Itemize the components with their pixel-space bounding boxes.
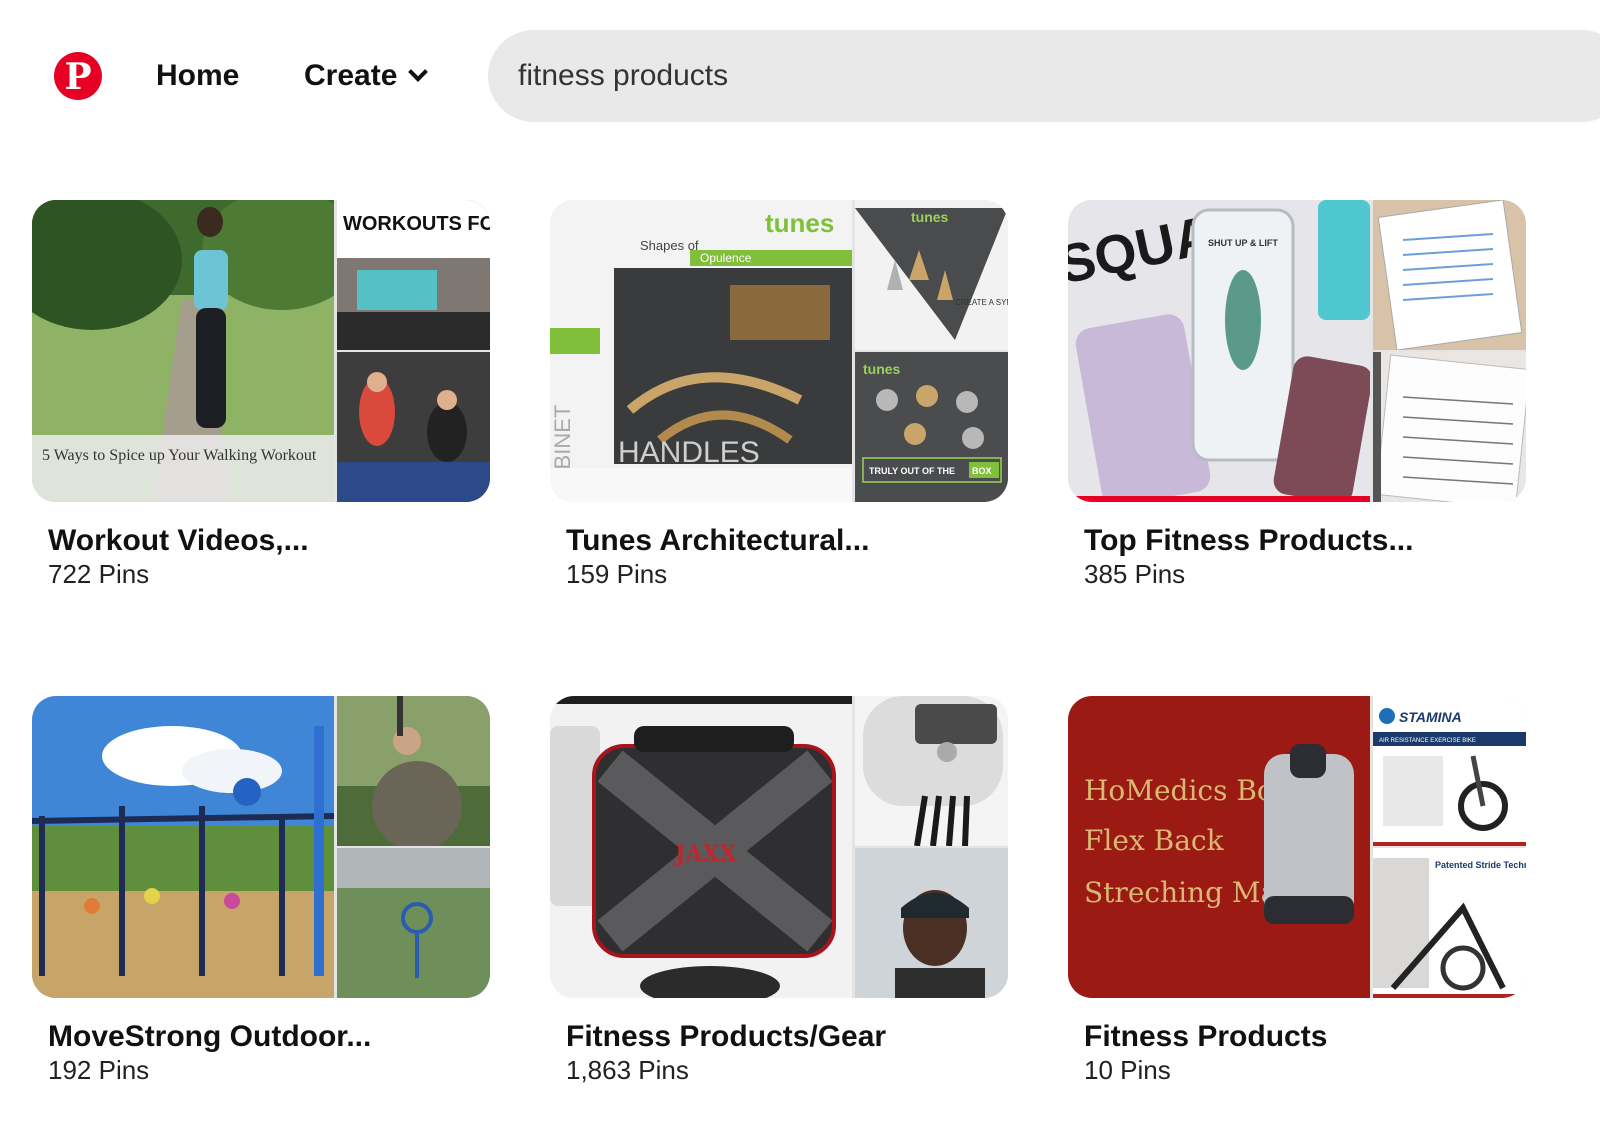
board-title[interactable]: Fitness Products/Gear [550, 1020, 1008, 1054]
nav-create-label: Create [304, 59, 398, 92]
board-collage: HoMedics Body Flex Back Streching Mat ST… [1068, 696, 1526, 998]
tagline-text: CREATE A SYMPHONY AS YOU DESIRE [955, 298, 1008, 307]
side-image-top: tunes CREATE A SYMPHONY AS YOU DESIRE [855, 200, 1008, 350]
cover-image: SQUAT SHUT UP & LIFT [1068, 200, 1370, 502]
bag-brand: JAXX [673, 841, 738, 867]
side-image-top [1373, 200, 1526, 350]
cover-caption: 5 Ways to Spice up Your Walking Workout [42, 447, 317, 464]
side-brand: STAMINA [1399, 709, 1462, 725]
side-image-top: WORKOUTS FOR SEXY LEGS [337, 200, 490, 350]
board-collage: JAXX [550, 696, 1008, 998]
side-headline: WORKOUTS FOR SEXY LEGS [343, 213, 490, 235]
board-pin-count: 192 Pins [48, 1055, 150, 1085]
board-collage: 5 Ways to Spice up Your Walking Workout … [32, 200, 490, 502]
board-card[interactable]: MoveStrong Outdoor... 192 Pins [32, 696, 490, 1086]
board-pin-count: 385 Pins [1084, 559, 1186, 589]
board-title[interactable]: MoveStrong Outdoor... [32, 1020, 490, 1054]
board-collage [32, 696, 490, 998]
board-collage: tunes Shapes of Opulence CABINET HANDLES… [550, 200, 1008, 502]
highlight-text: Opulence [700, 251, 752, 265]
cover-line-3: Streching Mat [1084, 876, 1289, 909]
board-card[interactable]: JAXX Fitness Products/Gear 1,863 Pins [550, 696, 1008, 1086]
cover-image: JAXX [550, 696, 852, 998]
box-text: TRULY OUT OF THE [869, 466, 955, 476]
board-card[interactable]: tunes Shapes of Opulence CABINET HANDLES… [550, 200, 1008, 590]
board-pin-count: 10 Pins [1084, 1055, 1171, 1085]
board-title[interactable]: Workout Videos,... [32, 524, 490, 558]
board-title[interactable]: Tunes Architectural... [550, 524, 1008, 558]
board-collage: SQUAT SHUT UP & LIFT [1068, 200, 1526, 502]
chevron-down-icon [408, 62, 429, 82]
board-card[interactable]: SQUAT SHUT UP & LIFT Top Fitness Product… [1068, 200, 1526, 590]
side-image-bottom: Patented Stride Technology [1373, 848, 1526, 998]
side-image-top: STAMINA AIR RESISTANCE EXERCISE BIKE [1373, 696, 1526, 846]
side-image-bottom [855, 848, 1008, 998]
side-subtitle: AIR RESISTANCE EXERCISE BIKE [1379, 738, 1476, 744]
cover-image: HoMedics Body Flex Back Streching Mat [1068, 696, 1370, 998]
search-bar[interactable] [488, 30, 1600, 122]
board-pin-count: 1,863 Pins [566, 1055, 689, 1085]
cover-image: tunes Shapes of Opulence CABINET HANDLES [550, 200, 852, 502]
side-feature-text: Patented Stride Technology [1435, 860, 1526, 870]
side-image-bottom [337, 848, 490, 998]
side-image-bottom [1373, 352, 1526, 502]
side-image-bottom [337, 352, 490, 502]
pinterest-logo-icon[interactable]: P [54, 52, 102, 100]
nav-create-dropdown[interactable]: Create [304, 56, 429, 96]
board-pin-count: 722 Pins [48, 559, 150, 589]
side-image-top [855, 696, 1008, 846]
top-nav: P Home Create [0, 0, 1600, 150]
side-image-bottom: tunes TRULY OUT OF THE BOX [855, 352, 1008, 502]
cover-image: 5 Ways to Spice up Your Walking Workout [32, 200, 334, 502]
cover-line-2: Flex Back [1084, 824, 1225, 857]
cover-image [32, 696, 334, 998]
nav-home-link[interactable]: Home [156, 56, 239, 96]
board-card[interactable]: 5 Ways to Spice up Your Walking Workout … [32, 200, 490, 590]
board-pin-count: 159 Pins [566, 559, 668, 589]
box-badge: BOX [972, 466, 992, 476]
brand-logo: tunes [863, 361, 901, 377]
big-word: HANDLES [618, 436, 760, 469]
brand-logo: tunes [911, 209, 949, 225]
side-image-top [337, 696, 490, 846]
board-title[interactable]: Fitness Products [1068, 1020, 1526, 1054]
board-card[interactable]: HoMedics Body Flex Back Streching Mat ST… [1068, 696, 1526, 1086]
case-text: SHUT UP & LIFT [1208, 238, 1278, 248]
brand-logo: tunes [765, 208, 834, 238]
board-title[interactable]: Top Fitness Products... [1068, 524, 1526, 558]
search-input[interactable] [518, 30, 1518, 122]
